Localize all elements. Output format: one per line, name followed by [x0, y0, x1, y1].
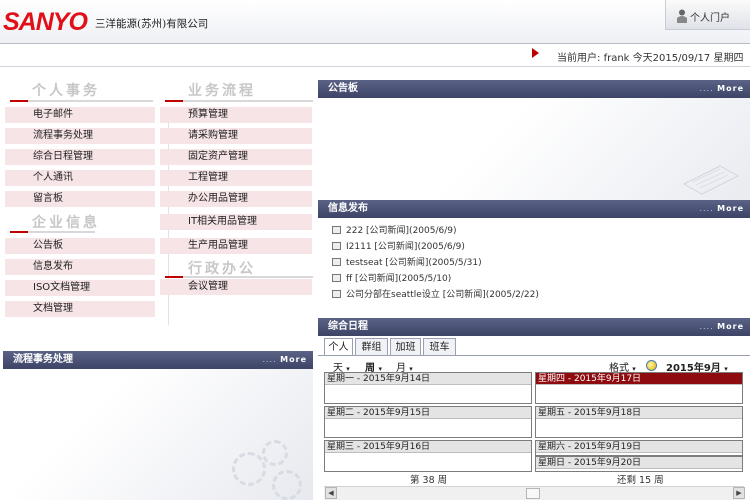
menu-item-messageboard[interactable]: 留言板: [5, 191, 155, 207]
gear-decoration-icon: [262, 440, 288, 466]
day-header: 星期日 - 2015年9月20日: [536, 457, 742, 469]
day-cell-tuesday[interactable]: 星期二 - 2015年9月15日: [324, 406, 532, 438]
info-title: 信息发布: [328, 203, 368, 214]
day-header: 星期六 - 2015年9月19日: [536, 441, 742, 453]
flow-panel-title: 流程事务处理: [13, 354, 73, 365]
menu-item-purchase[interactable]: 请采购管理: [160, 128, 312, 144]
tab-personal[interactable]: 个人: [324, 338, 353, 356]
weeks-remaining: 还剩 15 周: [617, 475, 664, 486]
bulletin-panel-header: 公告板 .... More: [318, 80, 750, 98]
menu-item-contacts[interactable]: 个人通讯: [5, 170, 155, 186]
gear-decoration-icon: [272, 470, 302, 500]
menu-item-fixed-assets[interactable]: 固定资产管理: [160, 149, 312, 165]
info-list-item[interactable]: I2111 [公司新闻](2005/6/9): [332, 239, 465, 255]
personal-portal-label[interactable]: 个人门户: [690, 9, 730, 24]
day-header: 星期三 - 2015年9月16日: [325, 441, 531, 453]
document-icon: [332, 242, 341, 250]
menu-item-budget[interactable]: 预算管理: [160, 107, 312, 123]
menu-item-schedule[interactable]: 综合日程管理: [5, 149, 155, 165]
info-list-item[interactable]: 222 [公司新闻](2005/6/9): [332, 223, 457, 239]
schedule-panel-header: 综合日程 .... More: [318, 318, 750, 336]
week-number: 第 38 周: [410, 475, 448, 486]
day-header: 星期二 - 2015年9月15日: [325, 407, 531, 419]
day-cell-monday[interactable]: 星期一 - 2015年9月14日: [324, 372, 532, 404]
day-cell-saturday[interactable]: 星期六 - 2015年9月19日: [535, 440, 743, 456]
arrow-right-icon: [532, 48, 539, 58]
current-user-info: 当前用户: frank 今天2015/09/17 星期四: [557, 49, 743, 64]
day-header-today: 星期四 - 2015年9月17日: [536, 373, 742, 385]
more-link[interactable]: .... More: [699, 200, 744, 218]
more-link[interactable]: .... More: [699, 318, 744, 336]
day-cell-sunday[interactable]: 星期日 - 2015年9月20日: [535, 456, 743, 472]
tab-baseline: [318, 355, 750, 356]
today-date: 今天2015/09/17: [632, 53, 711, 64]
keyboard-decoration-icon: [682, 165, 740, 195]
menu-item-info-publish[interactable]: 信息发布: [5, 259, 155, 275]
company-name: 三洋能源(苏州)有限公司: [95, 18, 209, 30]
day-cell-thursday-today[interactable]: 星期四 - 2015年9月17日: [535, 372, 743, 404]
section-title-workflow: 业务流程: [188, 83, 256, 99]
scrollbar-thumb[interactable]: [526, 488, 540, 499]
day-cell-wednesday[interactable]: 星期三 - 2015年9月16日: [324, 440, 532, 472]
bulletin-title: 公告板: [328, 83, 358, 94]
menu-item-meeting[interactable]: 会议管理: [160, 279, 312, 295]
section-title-admin: 行政办公: [188, 261, 256, 277]
weekday: 星期四: [713, 53, 744, 64]
corp-menu: 公告板 信息发布 ISO文档管理 文档管理: [5, 238, 155, 317]
section-title-corp: 企业信息: [32, 215, 100, 231]
divider: [0, 66, 750, 67]
info-list-item[interactable]: ff [公司新闻](2005/5/10): [332, 271, 451, 287]
more-link[interactable]: .... More: [262, 351, 307, 369]
document-icon: [332, 258, 341, 266]
section-underline: [10, 100, 153, 102]
menu-item-docs[interactable]: 文档管理: [5, 301, 155, 317]
flow-panel-header: 流程事务处理 .... More: [3, 351, 313, 369]
sanyo-logo: SANYO: [3, 8, 88, 36]
info-panel-header: 信息发布 .... More: [318, 200, 750, 218]
menu-item-engineering[interactable]: 工程管理: [160, 170, 312, 186]
section-underline: [165, 276, 313, 278]
user-label: 当前用户:: [557, 53, 601, 64]
day-cell-friday[interactable]: 星期五 - 2015年9月18日: [535, 406, 743, 438]
person-icon: [677, 9, 687, 23]
section-underline: [10, 231, 95, 233]
menu-item-it-supplies[interactable]: IT相关用品管理: [160, 214, 312, 230]
gear-decoration-icon: [232, 452, 266, 486]
document-icon: [332, 274, 341, 282]
menu-item-production-supplies[interactable]: 生产用品管理: [160, 238, 312, 254]
more-link[interactable]: .... More: [699, 80, 744, 98]
personal-menu: 电子邮件 流程事务处理 综合日程管理 个人通讯 留言板: [5, 107, 155, 207]
tab-group[interactable]: 群组: [355, 338, 388, 356]
document-icon: [332, 290, 341, 298]
section-title-personal: 个人事务: [32, 83, 100, 99]
day-header: 星期一 - 2015年9月14日: [325, 373, 531, 385]
tab-shuttle[interactable]: 班车: [423, 338, 456, 356]
menu-item-email[interactable]: 电子邮件: [5, 107, 155, 123]
scroll-right-icon[interactable]: ▶: [733, 487, 745, 499]
tab-overtime[interactable]: 加班: [390, 338, 421, 356]
scroll-left-icon[interactable]: ◀: [325, 487, 337, 499]
day-header: 星期五 - 2015年9月18日: [536, 407, 742, 419]
today-icon[interactable]: [646, 360, 657, 371]
info-list-item[interactable]: testseat [公司新闻](2005/5/31): [332, 255, 482, 271]
info-list-item[interactable]: 公司分部在seattle设立 [公司新闻](2005/2/22): [332, 287, 539, 303]
menu-item-workflow[interactable]: 流程事务处理: [5, 128, 155, 144]
schedule-title: 综合日程: [328, 321, 368, 332]
menu-item-iso-docs[interactable]: ISO文档管理: [5, 280, 155, 296]
workflow-menu: 预算管理 请采购管理 固定资产管理 工程管理 办公用品管理 IT相关用品管理 生…: [160, 107, 312, 254]
user-name: frank: [603, 53, 630, 64]
menu-item-bulletin[interactable]: 公告板: [5, 238, 155, 254]
section-underline: [165, 100, 313, 102]
menu-item-office-supplies[interactable]: 办公用品管理: [160, 191, 312, 207]
document-icon: [332, 226, 341, 234]
flow-panel-body: [3, 369, 313, 500]
